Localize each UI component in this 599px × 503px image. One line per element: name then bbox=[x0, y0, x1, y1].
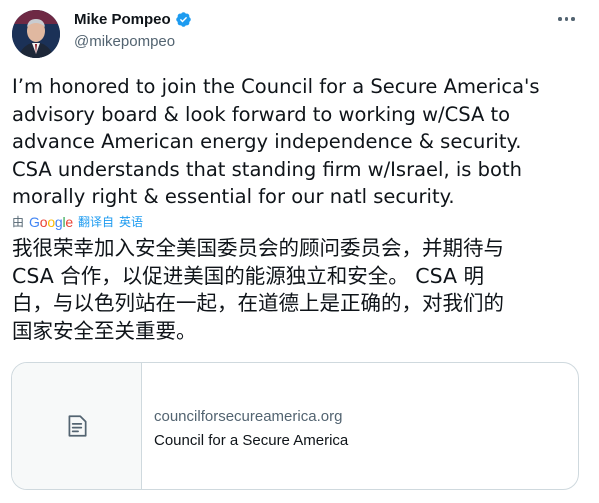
avatar[interactable] bbox=[12, 10, 60, 58]
verified-badge-icon bbox=[175, 12, 191, 27]
translated-text: 我很荣幸加入安全美国委员会的顾问委员会，并期待与 CSA 合作，以促进美国的能源… bbox=[12, 236, 504, 343]
link-card-thumbnail bbox=[12, 363, 142, 489]
document-icon bbox=[68, 415, 87, 437]
tweet-text: I’m honored to join the Council for a Se… bbox=[12, 75, 540, 208]
link-preview-card[interactable]: councilforsecureamerica.org Council for … bbox=[11, 362, 579, 490]
translation-attribution: 由 Google 翻译自 英语 bbox=[12, 213, 143, 230]
more-options-icon[interactable] bbox=[558, 12, 582, 26]
link-card-title: Council for a Secure America bbox=[154, 432, 349, 449]
link-card-domain: councilforsecureamerica.org bbox=[154, 408, 343, 425]
translated-from-link[interactable]: 翻译自 bbox=[78, 213, 114, 230]
translation-prefix: 由 bbox=[12, 215, 25, 229]
google-logo: Google bbox=[29, 213, 74, 230]
source-language-link[interactable]: 英语 bbox=[119, 213, 143, 230]
author-name[interactable]: Mike Pompeo bbox=[74, 11, 171, 28]
author-handle[interactable]: @mikepompeo bbox=[74, 33, 175, 50]
